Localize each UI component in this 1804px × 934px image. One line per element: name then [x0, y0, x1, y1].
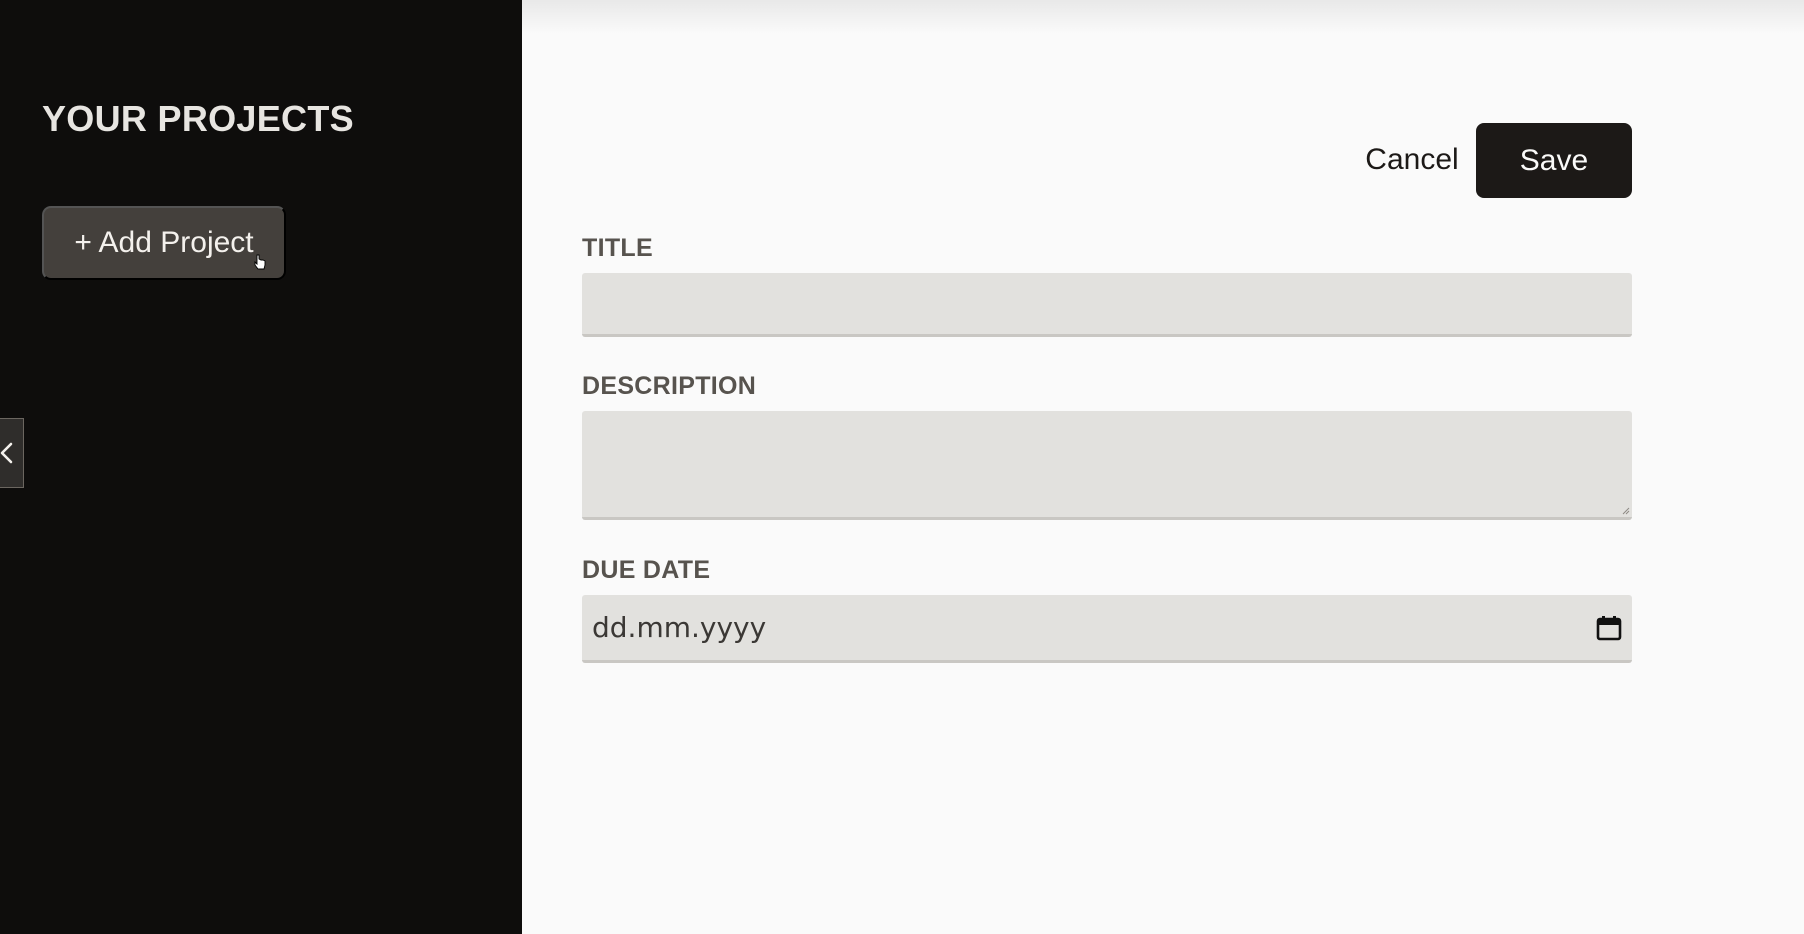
due-date-input[interactable]: dd.mm.yyyy [582, 595, 1632, 663]
add-project-button[interactable]: + Add Project [42, 206, 286, 280]
calendar-icon[interactable] [1596, 615, 1622, 641]
title-input[interactable] [582, 273, 1632, 337]
sidebar-collapse-toggle[interactable] [0, 418, 24, 488]
projects-sidebar: YOUR PROJECTS + Add Project [0, 0, 522, 934]
due-date-label: DUE DATE [582, 556, 711, 584]
save-button[interactable]: Save [1476, 123, 1632, 198]
resize-grip-icon[interactable] [1622, 507, 1630, 515]
app-window: YOUR PROJECTS + Add Project Cancel Save … [0, 0, 1804, 934]
header-shadow [522, 0, 1804, 34]
description-textarea[interactable] [582, 411, 1632, 520]
cancel-button[interactable]: Cancel [1342, 123, 1482, 197]
chevron-left-icon [0, 442, 13, 464]
due-date-placeholder: dd.mm.yyyy [592, 611, 767, 644]
sidebar-heading: YOUR PROJECTS [42, 98, 354, 139]
project-form-panel: Cancel Save TITLE DESCRIPTION DUE DATE d… [522, 0, 1804, 934]
hand-cursor-icon [254, 254, 266, 270]
description-label: DESCRIPTION [582, 372, 757, 400]
title-label: TITLE [582, 234, 653, 262]
